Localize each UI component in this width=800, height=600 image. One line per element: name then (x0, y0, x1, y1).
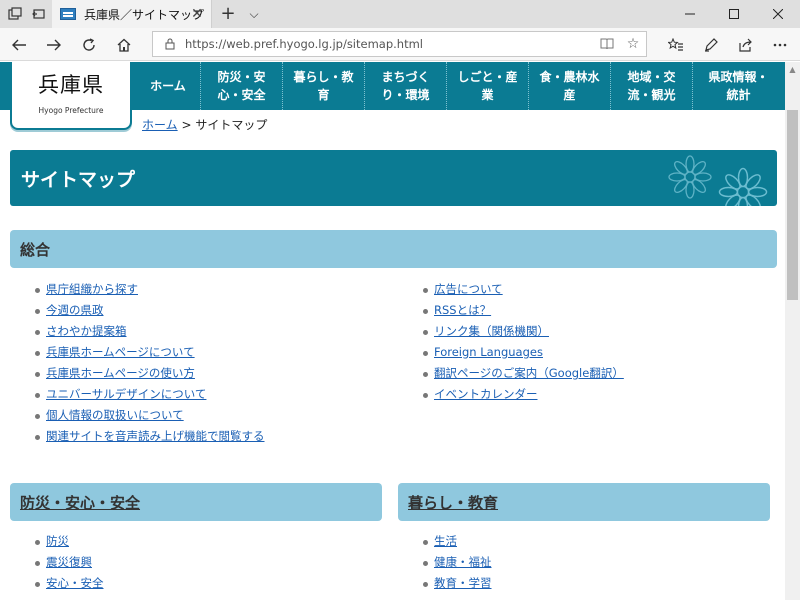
list-item: 県庁組織から探す (33, 279, 403, 300)
section-safety-heading[interactable]: 防災・安心・安全 (10, 483, 382, 521)
maximize-icon[interactable] (712, 0, 756, 28)
sitemap-link[interactable]: RSSとは？ (434, 303, 491, 317)
gnav-item-home[interactable]: ホーム (136, 62, 200, 110)
browser-tab-active[interactable]: 兵庫県／サイトマップ ✕ (52, 0, 212, 28)
page-title-banner: サイトマップ (10, 150, 777, 206)
scrollbar-thumb[interactable] (787, 110, 798, 300)
general-links-left: 県庁組織から探す 今週の県政 さわやか提案箱 兵庫県ホームページについて 兵庫県… (33, 279, 403, 447)
list-item: 個人情報の取扱いについて (33, 405, 403, 426)
list-item: 兵庫県ホームページについて (33, 342, 403, 363)
list-item: 震災復興 (33, 552, 373, 573)
forward-arrow-icon[interactable] (40, 32, 68, 57)
breadcrumb: ホーム > サイトマップ (142, 116, 267, 133)
sitemap-link[interactable]: 関連サイトを音声読み上げ機能で閲覧する (46, 429, 265, 443)
sitemap-link[interactable]: 個人情報の取扱いについて (46, 408, 184, 422)
window-close-icon[interactable] (756, 0, 800, 28)
list-item: ユニバーサルデザインについて (33, 384, 403, 405)
browser-toolbar: https://web.pref.hyogo.lg.jp/sitemap.htm… (0, 28, 800, 61)
share-icon[interactable] (732, 32, 760, 57)
scroll-up-arrow-icon[interactable]: ▲ (785, 62, 800, 77)
list-item: 防災 (33, 531, 373, 552)
favorite-star-icon[interactable]: ☆ (620, 36, 646, 52)
more-menu-icon[interactable] (766, 32, 794, 57)
lock-icon (159, 38, 181, 50)
tab-title: 兵庫県／サイトマップ (84, 7, 205, 22)
minimize-icon[interactable] (668, 0, 712, 28)
pen-notes-icon[interactable] (697, 32, 725, 57)
sitemap-link[interactable]: 兵庫県ホームページについて (46, 345, 195, 359)
home-icon[interactable] (110, 32, 138, 57)
site-logo[interactable]: 兵庫県 Hyogo Prefecture (10, 62, 132, 130)
list-item: 生活 (421, 531, 761, 552)
breadcrumb-home-link[interactable]: ホーム (142, 118, 178, 132)
sitemap-link[interactable]: 県庁組織から探す (46, 282, 138, 296)
address-bar[interactable]: https://web.pref.hyogo.lg.jp/sitemap.htm… (152, 31, 647, 57)
sitemap-link[interactable]: さわやか提案箱 (46, 324, 127, 338)
new-tab-icon[interactable]: + (216, 0, 240, 28)
vertical-scrollbar[interactable]: ▲ (785, 62, 800, 600)
set-aside-tabs-icon[interactable] (26, 0, 52, 28)
list-item: 関連サイトを音声読み上げ機能で閲覧する (33, 426, 403, 447)
list-item: 今週の県政 (33, 300, 403, 321)
gnav-item-town[interactable]: まちづく り・環境 (364, 62, 446, 110)
sitemap-link[interactable]: 広告について (434, 282, 503, 296)
url-text[interactable]: https://web.pref.hyogo.lg.jp/sitemap.htm… (185, 37, 594, 51)
sitemap-link[interactable]: 健康・福祉 (434, 555, 492, 569)
logo-subtitle: Hyogo Prefecture (38, 106, 104, 115)
gnav-item-living[interactable]: 暮らし・教育 (282, 62, 364, 110)
sitemap-link[interactable]: 防災 (46, 534, 69, 548)
flower-decoration-icon (668, 155, 712, 199)
global-nav: ホーム 防災・安 心・安全 暮らし・教育 まちづく り・環境 しごと・産業 食・農林… (136, 62, 784, 110)
sitemap-link[interactable]: 教育・学習 (434, 576, 492, 590)
sitemap-link[interactable]: 生活 (434, 534, 457, 548)
sitemap-link[interactable]: 震災復興 (46, 555, 92, 569)
gnav-item-government[interactable]: 県政情報・ 統計 (692, 62, 784, 110)
site-favicon-icon (60, 8, 76, 20)
sitemap-link[interactable]: 翻訳ページのご案内（Google翻訳） (434, 366, 624, 380)
sitemap-link[interactable]: リンク集（関係機関） (434, 324, 549, 338)
list-item: 健康・福祉 (421, 552, 761, 573)
sitemap-link[interactable]: 安心・安全 (46, 576, 104, 590)
gnav-item-work[interactable]: しごと・産業 (446, 62, 528, 110)
sitemap-link[interactable]: Foreign Languages (434, 345, 543, 359)
gnav-item-food[interactable]: 食・農林水産 (528, 62, 610, 110)
list-item: 安心・安全 (33, 573, 373, 594)
section-living-heading[interactable]: 暮らし・教育 (398, 483, 770, 521)
breadcrumb-separator: > (181, 118, 192, 132)
tab-close-icon[interactable]: ✕ (189, 6, 205, 22)
gnav-item-safety[interactable]: 防災・安 心・安全 (200, 62, 282, 110)
list-item: 教育・学習 (421, 573, 761, 594)
sitemap-link[interactable]: 兵庫県ホームページの使い方 (46, 366, 195, 380)
tab-actions-icon[interactable] (2, 0, 28, 28)
list-item: イベントカレンダー (421, 384, 771, 405)
back-arrow-icon[interactable] (5, 32, 33, 57)
sitemap-link[interactable]: 今週の県政 (46, 303, 104, 317)
refresh-icon[interactable] (75, 32, 103, 57)
list-item: 広告について (421, 279, 771, 300)
section-general-heading: 総合 (10, 230, 777, 268)
logo-title: 兵庫県 (38, 73, 104, 97)
general-links-right: 広告について RSSとは？ リンク集（関係機関） Foreign Languag… (421, 279, 771, 405)
list-item: 兵庫県ホームページの使い方 (33, 363, 403, 384)
flower-decoration-icon (718, 167, 768, 206)
safety-links: 防災 震災復興 安心・安全 (33, 531, 373, 594)
list-item: 翻訳ページのご案内（Google翻訳） (421, 363, 771, 384)
page-viewport: ホーム 防災・安 心・安全 暮らし・教育 まちづく り・環境 しごと・産業 食・農林… (0, 62, 785, 600)
browser-titlebar: 兵庫県／サイトマップ ✕ + ⌵ (0, 0, 800, 28)
breadcrumb-current: サイトマップ (195, 118, 268, 132)
tab-list-chevron-icon[interactable]: ⌵ (242, 0, 266, 28)
page-title: サイトマップ (21, 169, 136, 191)
list-item: リンク集（関係機関） (421, 321, 771, 342)
favorites-hub-icon[interactable] (662, 32, 690, 57)
list-item: RSSとは？ (421, 300, 771, 321)
sitemap-link[interactable]: イベントカレンダー (434, 387, 538, 401)
list-item: Foreign Languages (421, 342, 771, 363)
sitemap-link[interactable]: ユニバーサルデザインについて (46, 387, 206, 401)
gnav-item-region[interactable]: 地域・交 流・観光 (610, 62, 692, 110)
living-links: 生活 健康・福祉 教育・学習 (421, 531, 761, 594)
reading-view-icon[interactable] (594, 38, 620, 50)
list-item: さわやか提案箱 (33, 321, 403, 342)
